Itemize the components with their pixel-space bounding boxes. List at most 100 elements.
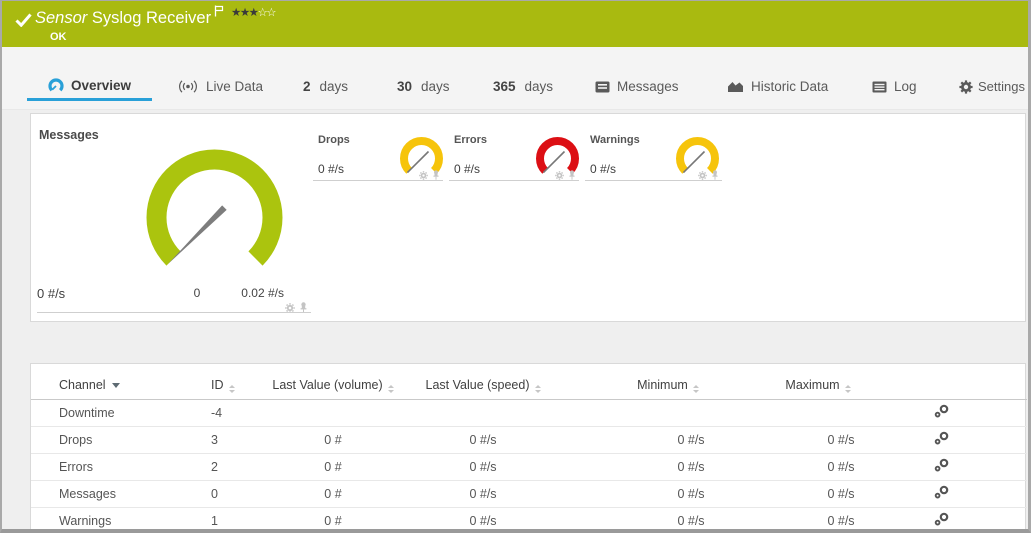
cell-min: 0 #/s — [569, 453, 767, 480]
cell-channel[interactable]: Drops — [31, 426, 209, 453]
gauge-pin-icon[interactable] — [568, 170, 576, 180]
channel-settings-icon[interactable] — [934, 404, 950, 418]
sort-icon — [535, 385, 541, 393]
drops-gauge-title: Drops — [318, 134, 350, 146]
tab-overview[interactable]: Overview — [27, 72, 152, 101]
warnings-gauge-title: Warnings — [590, 134, 640, 146]
channel-settings-cell — [869, 453, 1027, 480]
channel-settings-cell — [869, 507, 1027, 533]
cell-channel[interactable]: Warnings — [31, 507, 209, 533]
messages-icon — [595, 81, 610, 93]
channel-settings-icon[interactable] — [934, 512, 950, 526]
sort-icon — [229, 385, 235, 393]
star-empty-icon[interactable]: ☆ — [266, 5, 275, 19]
primary-gauge-value: 0 #/s — [37, 286, 65, 301]
log-icon — [872, 81, 887, 93]
primary-gauge-min: 0 — [187, 286, 207, 300]
cell-speed — [397, 399, 569, 426]
gauge-drops: Drops 0 #/s — [313, 134, 443, 181]
col-header-maximum[interactable]: Maximum — [767, 364, 869, 399]
col-header-last-value-volume[interactable]: Last Value (volume) — [269, 364, 397, 399]
cell-speed: 0 #/s — [397, 426, 569, 453]
table-row: Messages00 #0 #/s0 #/s0 #/s — [31, 480, 1027, 507]
col-header-channel[interactable]: Channel — [31, 364, 209, 399]
tab-messages[interactable]: Messages — [595, 72, 679, 101]
cell-speed: 0 #/s — [397, 480, 569, 507]
table-row: Downtime-4 — [31, 399, 1027, 426]
col-header-last-value-speed[interactable]: Last Value (speed) — [397, 364, 569, 399]
primary-gauge — [141, 144, 291, 269]
gauge-warnings: Warnings 0 #/s — [585, 134, 722, 181]
cell-id: 0 — [209, 480, 269, 507]
broadcast-icon — [177, 80, 199, 93]
tab-log[interactable]: Log — [872, 72, 917, 101]
cell-channel[interactable]: Messages — [31, 480, 209, 507]
cell-min: 0 #/s — [569, 426, 767, 453]
chart-icon — [727, 80, 744, 93]
tab-historic-data[interactable]: Historic Data — [727, 72, 828, 101]
star-filled-icon[interactable]: ★ — [231, 5, 240, 19]
cell-max: 0 #/s — [767, 480, 869, 507]
gauge-icon — [48, 78, 64, 93]
tab-settings[interactable]: Settings — [959, 72, 1025, 101]
star-empty-icon[interactable]: ☆ — [257, 5, 266, 19]
prtg-window: Sensor Syslog Receiver ★★★☆☆ OK Overview… — [0, 0, 1031, 533]
cell-id: 1 — [209, 507, 269, 533]
cell-vol: 0 # — [269, 507, 397, 533]
cell-vol — [269, 399, 397, 426]
gauge-settings-icon[interactable] — [285, 303, 295, 313]
channel-settings-icon[interactable] — [934, 485, 950, 499]
sort-icon — [845, 385, 851, 393]
priority-stars[interactable]: ★★★☆☆ — [231, 5, 275, 19]
cell-channel[interactable]: Errors — [31, 453, 209, 480]
cell-min: 0 #/s — [569, 507, 767, 533]
channels-table: Channel ID Last Value (volume) Last Valu… — [31, 364, 1027, 533]
channels-panel: Channel ID Last Value (volume) Last Valu… — [30, 363, 1026, 533]
sort-desc-icon — [112, 383, 120, 388]
tab-30-days[interactable]: 30days — [397, 72, 450, 101]
tab-live-data[interactable]: Live Data — [177, 72, 263, 101]
cell-speed: 0 #/s — [397, 507, 569, 533]
col-header-id[interactable]: ID — [209, 364, 269, 399]
gear-icon — [959, 80, 973, 94]
table-header-row: Channel ID Last Value (volume) Last Valu… — [31, 364, 1027, 399]
channel-settings-cell — [869, 399, 1027, 426]
cell-channel[interactable]: Downtime — [31, 399, 209, 426]
gauge-settings-icon[interactable] — [555, 171, 564, 180]
flag-icon[interactable] — [214, 5, 224, 17]
status-ok-icon — [15, 13, 32, 27]
gauge-settings-icon[interactable] — [419, 171, 428, 180]
sort-icon — [693, 385, 699, 393]
gauges-panel: Messages 0 #/s 0 0.02 #/s Drops 0 #/s — [30, 113, 1026, 322]
errors-gauge-value: 0 #/s — [454, 162, 480, 176]
gauge-errors: Errors 0 #/s — [449, 134, 579, 181]
table-row: Drops30 #0 #/s0 #/s0 #/s — [31, 426, 1027, 453]
sensor-header: Sensor Syslog Receiver ★★★☆☆ OK — [2, 1, 1028, 47]
cell-max: 0 #/s — [767, 507, 869, 533]
gauge-settings-icon[interactable] — [698, 171, 707, 180]
col-header-minimum[interactable]: Minimum — [569, 364, 767, 399]
cell-id: 3 — [209, 426, 269, 453]
table-row: Warnings10 #0 #/s0 #/s0 #/s — [31, 507, 1027, 533]
channel-settings-icon[interactable] — [934, 458, 950, 472]
tab-365-days[interactable]: 365days — [493, 72, 553, 101]
cell-max: 0 #/s — [767, 426, 869, 453]
star-filled-icon[interactable]: ★ — [240, 5, 249, 19]
cell-id: -4 — [209, 399, 269, 426]
page-title: Sensor Syslog Receiver — [35, 9, 224, 28]
status-badge: OK — [50, 31, 67, 43]
channel-settings-cell — [869, 480, 1027, 507]
sensor-name: Syslog Receiver — [92, 9, 211, 27]
channel-settings-icon[interactable] — [934, 431, 950, 445]
gauge-pin-icon[interactable] — [432, 170, 440, 180]
cell-min — [569, 399, 767, 426]
channel-settings-cell — [869, 426, 1027, 453]
drops-gauge-value: 0 #/s — [318, 162, 344, 176]
gauge-pin-icon[interactable] — [711, 170, 719, 180]
tab-2-days[interactable]: 2days — [303, 72, 348, 101]
sort-icon — [388, 385, 394, 393]
primary-gauge-title: Messages — [39, 128, 99, 142]
cell-speed: 0 #/s — [397, 453, 569, 480]
table-row: Errors20 #0 #/s0 #/s0 #/s — [31, 453, 1027, 480]
tab-bar: Overview Live Data 2days 30days 365days … — [2, 47, 1028, 110]
